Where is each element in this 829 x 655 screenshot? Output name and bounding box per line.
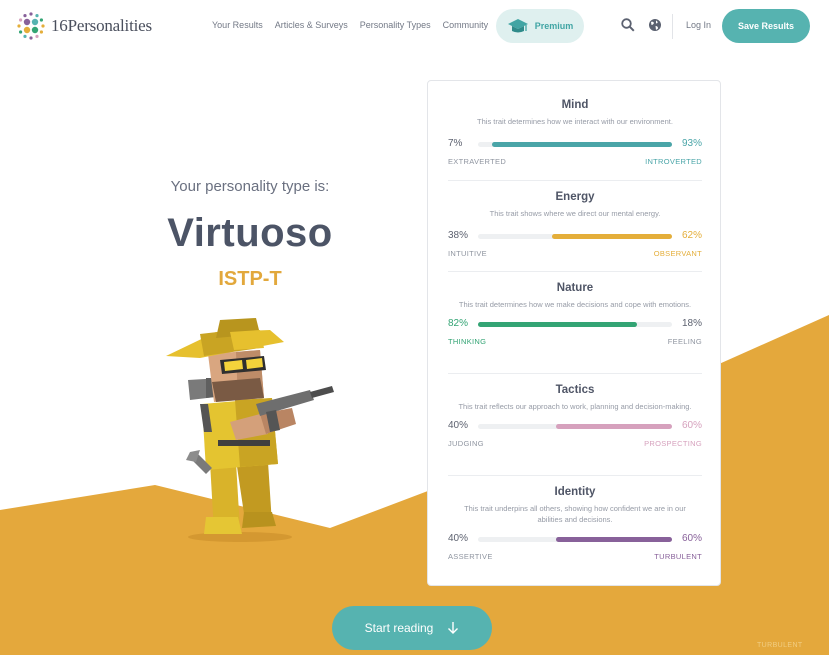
trait-title: Tactics	[555, 384, 595, 396]
trait-bar-row: 7% 93%	[448, 138, 702, 152]
trait-right-label: PROSPECTING	[644, 439, 702, 448]
trait-right-percent: 60%	[681, 533, 702, 544]
trait-labels: EXTRAVERTED INTROVERTED	[448, 157, 702, 167]
logo-wordmark: 16Personalities	[51, 16, 152, 35]
save-results-button[interactable]: Save Results	[722, 9, 810, 43]
start-reading-label: Start reading	[364, 621, 434, 635]
trait-left-percent: 82%	[448, 318, 469, 329]
trait-right-label: OBSERVANT	[653, 249, 702, 258]
trait-divider	[448, 180, 702, 181]
trait-left-percent: 38%	[448, 230, 469, 241]
trait-description: This trait underpins all others, showing…	[464, 504, 686, 524]
logo-dots-icon	[17, 12, 45, 40]
trait-description: This trait determines how we interact wi…	[477, 117, 673, 126]
trait-divider	[448, 373, 702, 374]
personality-type-name: Virtuoso	[167, 211, 333, 255]
trait-energy: Energy This trait shows where we direct …	[448, 191, 702, 259]
nav-your-results[interactable]: Your Results	[212, 20, 263, 30]
trait-results-card: Mind This trait determines how we intera…	[427, 80, 721, 586]
trait-bar-track	[478, 322, 672, 327]
trait-title: Energy	[555, 191, 595, 203]
arrow-down-icon	[448, 622, 459, 634]
trait-nature: Nature This trait determines how we make…	[448, 282, 702, 347]
graduation-cap-icon	[507, 19, 528, 33]
trait-title: Mind	[561, 99, 589, 111]
premium-label: Premium	[534, 21, 574, 31]
trait-left-percent: 40%	[448, 533, 469, 544]
trait-right-percent: 93%	[681, 138, 702, 149]
trait-title: Nature	[556, 282, 594, 294]
trait-description: This trait determines how we make decisi…	[458, 300, 692, 309]
trait-labels: THINKING FEELING	[448, 337, 702, 347]
trait-left-percent: 40%	[448, 420, 469, 431]
trait-bar-row: 40% 60%	[448, 533, 702, 547]
trait-description: This trait reflects our approach to work…	[458, 402, 692, 411]
nav-personality-types[interactable]: Personality Types	[360, 20, 431, 30]
hero-subtitle: Your personality type is:	[170, 178, 330, 195]
trait-bar-track	[478, 424, 672, 429]
trait-left-percent: 7%	[448, 138, 463, 149]
premium-button[interactable]: Premium	[496, 9, 584, 43]
trait-bar-fill	[555, 424, 672, 429]
trait-mind: Mind This trait determines how we intera…	[448, 99, 702, 167]
login-link[interactable]: Log In	[686, 20, 711, 30]
search-icon[interactable]	[621, 18, 635, 32]
nav-community[interactable]: Community	[443, 20, 489, 30]
trait-labels: JUDGING PROSPECTING	[448, 439, 702, 449]
header-divider	[672, 14, 673, 39]
trait-right-percent: 62%	[681, 230, 702, 241]
trait-divider	[448, 271, 702, 272]
trait-bar-fill	[491, 142, 672, 147]
trait-left-label: ASSERTIVE	[448, 552, 493, 561]
trait-labels: INTUITIVE OBSERVANT	[448, 249, 702, 259]
nav-articles-surveys[interactable]: Articles & Surveys	[275, 20, 348, 30]
trait-right-percent: 18%	[681, 318, 702, 329]
trait-right-percent: 60%	[681, 420, 702, 431]
main-nav: Your Results Articles & Surveys Personal…	[212, 20, 488, 30]
globe-icon[interactable]	[648, 18, 662, 32]
personality-type-code: ISTP-T	[218, 268, 282, 290]
trait-bar-fill	[555, 537, 672, 542]
trait-bar-track	[478, 142, 672, 147]
faded-turbulent-label: TURBULENT	[757, 642, 803, 649]
trait-identity: Identity This trait underpins all others…	[448, 486, 702, 562]
trait-right-label: TURBULENT	[654, 552, 702, 561]
trait-divider	[448, 475, 702, 476]
top-navigation-bar: 16Personalities Your Results Articles & …	[0, 0, 829, 52]
site-logo[interactable]: 16Personalities	[16, 11, 152, 41]
trait-bar-row: 40% 60%	[448, 420, 702, 434]
trait-left-label: EXTRAVERTED	[448, 157, 507, 166]
trait-bar-track	[478, 537, 672, 542]
trait-bar-fill	[551, 234, 672, 239]
trait-tactics: Tactics This trait reflects our approach…	[448, 384, 702, 449]
trait-bar-track	[478, 234, 672, 239]
trait-right-label: INTROVERTED	[645, 157, 702, 166]
trait-left-label: INTUITIVE	[448, 249, 487, 258]
trait-right-label: FEELING	[667, 337, 702, 346]
start-reading-button[interactable]: Start reading	[332, 606, 492, 650]
trait-left-label: JUDGING	[448, 439, 484, 448]
trait-left-label: THINKING	[448, 337, 487, 346]
virtuoso-character-illustration	[166, 318, 334, 542]
trait-title: Identity	[554, 486, 596, 498]
trait-description: This trait shows where we direct our men…	[489, 209, 661, 218]
trait-bar-row: 82% 18%	[448, 318, 702, 332]
trait-bar-row: 38% 62%	[448, 230, 702, 244]
trait-labels: ASSERTIVE TURBULENT	[448, 552, 702, 562]
trait-bar-fill	[478, 322, 638, 327]
